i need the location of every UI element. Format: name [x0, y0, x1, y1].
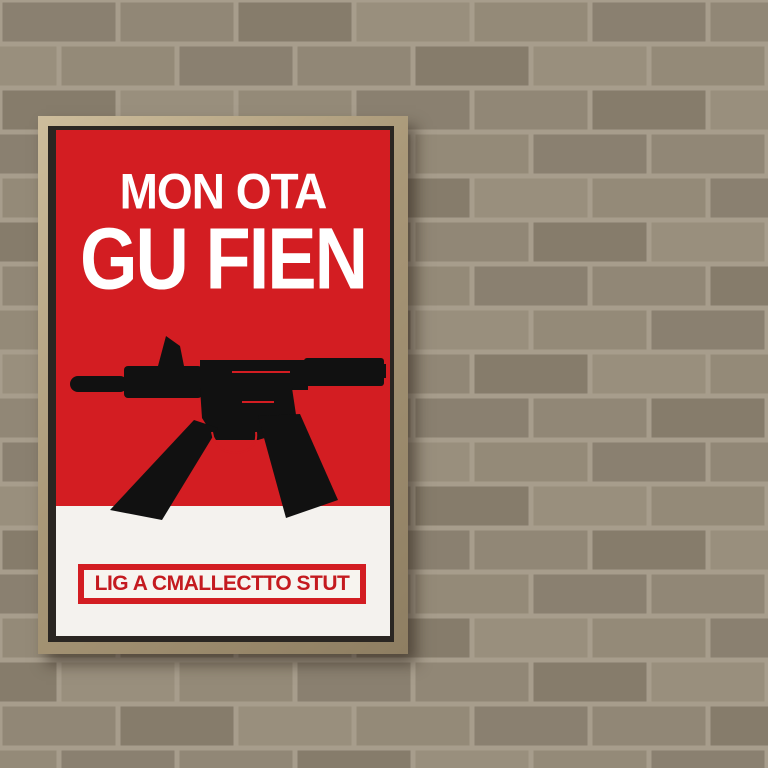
brick [61, 750, 175, 768]
brick [710, 2, 768, 42]
brick [61, 662, 175, 702]
brick [474, 354, 588, 394]
brick [533, 398, 647, 438]
brick [533, 310, 647, 350]
brick [592, 178, 706, 218]
brick [415, 486, 529, 526]
brick [592, 706, 706, 746]
brick [592, 354, 706, 394]
brick [179, 750, 293, 768]
brick [533, 222, 647, 262]
caption-banner: LIG A CMALLECTTO STUT [78, 564, 366, 604]
brick [61, 46, 175, 86]
brick [120, 706, 234, 746]
brick [415, 310, 529, 350]
brick [651, 310, 765, 350]
brick [297, 750, 411, 768]
brick [474, 90, 588, 130]
brick [238, 706, 352, 746]
brick [238, 2, 352, 42]
brick [533, 750, 647, 768]
brick [0, 46, 57, 86]
brick [297, 662, 411, 702]
brick [0, 662, 57, 702]
brick [533, 486, 647, 526]
brick [533, 662, 647, 702]
brick [415, 134, 529, 174]
brick [592, 442, 706, 482]
brick [2, 2, 116, 42]
brick [474, 442, 588, 482]
brick [710, 618, 768, 658]
brick [592, 530, 706, 570]
brick [415, 398, 529, 438]
brick [592, 266, 706, 306]
brick [651, 750, 765, 768]
brick [415, 750, 529, 768]
brick [710, 442, 768, 482]
brick [474, 266, 588, 306]
brick [356, 2, 470, 42]
brick [533, 574, 647, 614]
brick [592, 2, 706, 42]
brick [474, 2, 588, 42]
brick [179, 46, 293, 86]
brick [2, 706, 116, 746]
brick [415, 574, 529, 614]
brick [710, 266, 768, 306]
brick [651, 486, 765, 526]
headline-line-2: GU FIEN [79, 209, 368, 308]
brick [592, 90, 706, 130]
brick [120, 2, 234, 42]
brick [415, 662, 529, 702]
brick [651, 398, 765, 438]
brick [651, 574, 765, 614]
brick [651, 134, 765, 174]
brick [651, 46, 765, 86]
rifle-icon [70, 336, 386, 520]
brick [710, 354, 768, 394]
brick [710, 178, 768, 218]
brick [710, 90, 768, 130]
brick [179, 662, 293, 702]
brick [710, 530, 768, 570]
brick [651, 662, 765, 702]
brick [0, 750, 57, 768]
brick [474, 530, 588, 570]
brick [592, 618, 706, 658]
brick [297, 46, 411, 86]
brick [415, 222, 529, 262]
caption-text: LIG A CMALLECTTO STUT [84, 570, 360, 598]
brick [474, 706, 588, 746]
brick [533, 46, 647, 86]
poster: MON OTA GU FIEN LIG A CMALLECTTO STUT [56, 130, 390, 636]
brick [474, 618, 588, 658]
brick [474, 178, 588, 218]
brick [356, 706, 470, 746]
brick [415, 46, 529, 86]
brick [533, 134, 647, 174]
brick [710, 706, 768, 746]
brick [651, 222, 765, 262]
